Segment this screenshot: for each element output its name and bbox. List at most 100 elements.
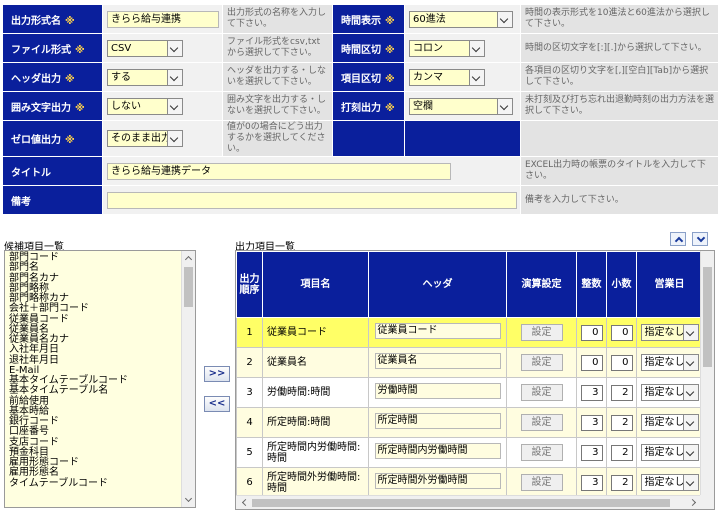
decimal-digits-input[interactable]: 0 [610,354,633,371]
title-desc: EXCEL出力時の帳票のタイトルを入力して下さい。 [520,156,719,186]
candidate-items[interactable]: 部門コード 部門名 部門名カナ 部門略称 部門略称カナ 会社＋部門コード 従業員コード 従業員… [5,251,181,507]
header-output-select[interactable]: する [107,68,183,86]
candidate-item[interactable]: タイムテーブルコード [9,478,177,489]
calc-setting-button[interactable]: 設定 [520,444,563,461]
decimal-digits-input[interactable]: 2 [610,474,633,491]
output-header-row: 出力順序 項目名 ヘッダ 演算設定 整数 小数 営業日 [236,251,703,318]
zero-output-select[interactable]: そのまま出力 [107,130,183,147]
table-row[interactable]: 2 従業員名 従業員名 設定 0 0 指定なし [236,347,703,378]
output-hscrollbar[interactable] [236,495,702,509]
col-dec: 小数 [606,251,637,318]
header-input[interactable]: 所定時間外労働時間 [374,473,501,489]
calc-setting-button[interactable]: 設定 [520,324,563,341]
calc-setting-button[interactable]: 設定 [520,384,563,401]
calc-setting-button[interactable]: 設定 [520,354,563,371]
move-down-icon[interactable] [692,232,708,246]
item-name: 労働時間:時間 [262,377,369,408]
header-input[interactable]: 従業員コード [374,323,501,339]
time-display-desc: 時間の表示形式を10進法と60進法から選択して下さい。 [520,4,719,34]
time-display-select[interactable]: 60進法 [409,10,513,28]
output-table: 出力順序 項目名 ヘッダ 演算設定 整数 小数 営業日 1 従業員コード 従業員コー… [236,251,703,498]
title-input[interactable]: きらら給与連携データ [107,162,451,180]
scroll-up-icon[interactable] [701,252,714,265]
decimal-digits-input[interactable]: 2 [610,414,633,431]
time-display-label: 時間表示 ※ [332,4,405,34]
scroll-down-icon[interactable] [182,493,195,506]
calc-setting-button[interactable]: 設定 [520,474,563,491]
candidate-item[interactable]: 基本タイムテーブル名 [9,385,177,396]
file-format-label: ファイル形式 ※ [2,33,103,63]
zero-output-label: ゼロ値出力 ※ [2,120,103,157]
bizday-select[interactable]: 指定なし [640,474,699,491]
move-up-icon[interactable] [670,232,686,246]
decimal-digits-input[interactable]: 2 [610,384,633,401]
col-name: 項目名 [262,251,369,318]
header-input[interactable]: 従業員名 [374,353,501,369]
integer-digits-input[interactable]: 3 [580,414,603,431]
item-name: 従業員コード [262,317,369,348]
decimal-digits-input[interactable]: 2 [610,444,633,461]
scroll-thumb[interactable] [184,267,193,307]
memo-label: 備考 [2,185,103,215]
row-number: 4 [236,407,263,438]
header-input[interactable]: 所定時間内労働時間 [374,443,501,459]
scroll-thumb[interactable] [703,267,712,367]
chevron-down-icon [469,69,484,85]
scroll-thumb[interactable] [252,499,670,507]
item-name: 所定時間外労働時間:時間 [262,467,369,498]
integer-digits-input[interactable]: 3 [580,474,603,491]
integer-digits-input[interactable]: 0 [580,324,603,341]
candidate-list[interactable]: 部門コード 部門名 部門名カナ 部門略称 部門略称カナ 会社＋部門コード 従業員コード 従業員… [4,250,196,508]
candidate-item[interactable]: 口座番号 [9,426,177,437]
bizday-select[interactable]: 指定なし [640,324,699,341]
form-row-header-output: ヘッダ出力 ※ する ヘッダを出力する・しないを選択して下さい。 項目区切 ※ カン… [2,62,719,92]
quote-output-select[interactable]: しない [107,97,183,115]
decimal-digits-input[interactable]: 0 [610,324,633,341]
form-row-title: タイトル きらら給与連携データ EXCEL出力時の帳票のタイトルを入力して下さい… [2,156,719,186]
scroll-left-icon[interactable] [237,496,251,509]
integer-digits-input[interactable]: 3 [580,384,603,401]
integer-digits-input[interactable]: 3 [580,444,603,461]
field-separator-select[interactable]: カンマ [409,68,485,86]
chevron-down-icon [682,355,698,370]
table-row[interactable]: 6 所定時間外労働時間:時間 所定時間外労働時間 設定 3 2 指定なし [236,467,703,498]
header-input[interactable]: 労働時間 [374,383,501,399]
memo-input[interactable] [107,191,517,209]
file-format-select[interactable]: CSV [107,39,183,57]
output-vscrollbar[interactable] [700,251,714,497]
bizday-select[interactable]: 指定なし [640,354,699,371]
scroll-right-icon[interactable] [687,496,701,509]
calc-setting-button[interactable]: 設定 [520,414,563,431]
candidate-scrollbar[interactable] [181,251,195,507]
scroll-up-icon[interactable] [182,252,195,265]
bizday-select[interactable]: 指定なし [640,414,699,431]
chevron-down-icon [167,69,182,85]
chevron-down-icon [682,445,698,460]
table-row[interactable]: 1 従業員コード 従業員コード 設定 0 0 指定なし [236,317,703,348]
table-row[interactable]: 4 所定時間:時間 所定時間 設定 3 2 指定なし [236,407,703,438]
table-row[interactable]: 3 労働時間:時間 労働時間 設定 3 2 指定なし [236,377,703,408]
time-separator-select[interactable]: コロン [409,39,485,57]
candidate-item[interactable]: 会社＋部門コード [9,303,177,314]
item-name: 所定時間:時間 [262,407,369,438]
output-table-panel: 出力順序 項目名 ヘッダ 演算設定 整数 小数 営業日 1 従業員コード 従業員コー… [235,250,715,510]
remove-item-button[interactable]: << [204,396,230,412]
memo-desc: 備考を入力して下さい。 [520,185,719,215]
chevron-down-icon [682,385,698,400]
candidate-item[interactable]: 部門名 [9,262,177,273]
punch-output-desc: 未打刻及び打ち忘れ出退勤時刻の出力方法を選択して下さい。 [520,91,719,121]
integer-digits-input[interactable]: 0 [580,354,603,371]
required-mark: ※ [65,73,75,85]
format-name-input[interactable]: きらら給与連携 [107,10,219,28]
chevron-down-icon [469,40,484,56]
bizday-select[interactable]: 指定なし [640,444,699,461]
punch-output-select[interactable]: 空欄 [409,97,513,115]
candidate-item[interactable]: 雇用形態名 [9,467,177,478]
required-mark: ※ [75,44,85,56]
header-input[interactable]: 所定時間 [374,413,501,429]
bizday-select[interactable]: 指定なし [640,384,699,401]
add-item-button[interactable]: >> [204,366,230,382]
candidate-item[interactable]: 入社年月日 [9,344,177,355]
field-separator-label: 項目区切 ※ [332,62,405,92]
table-row[interactable]: 5 所定時間内労働時間:時間 所定時間内労働時間 設定 3 2 指定なし [236,437,703,468]
